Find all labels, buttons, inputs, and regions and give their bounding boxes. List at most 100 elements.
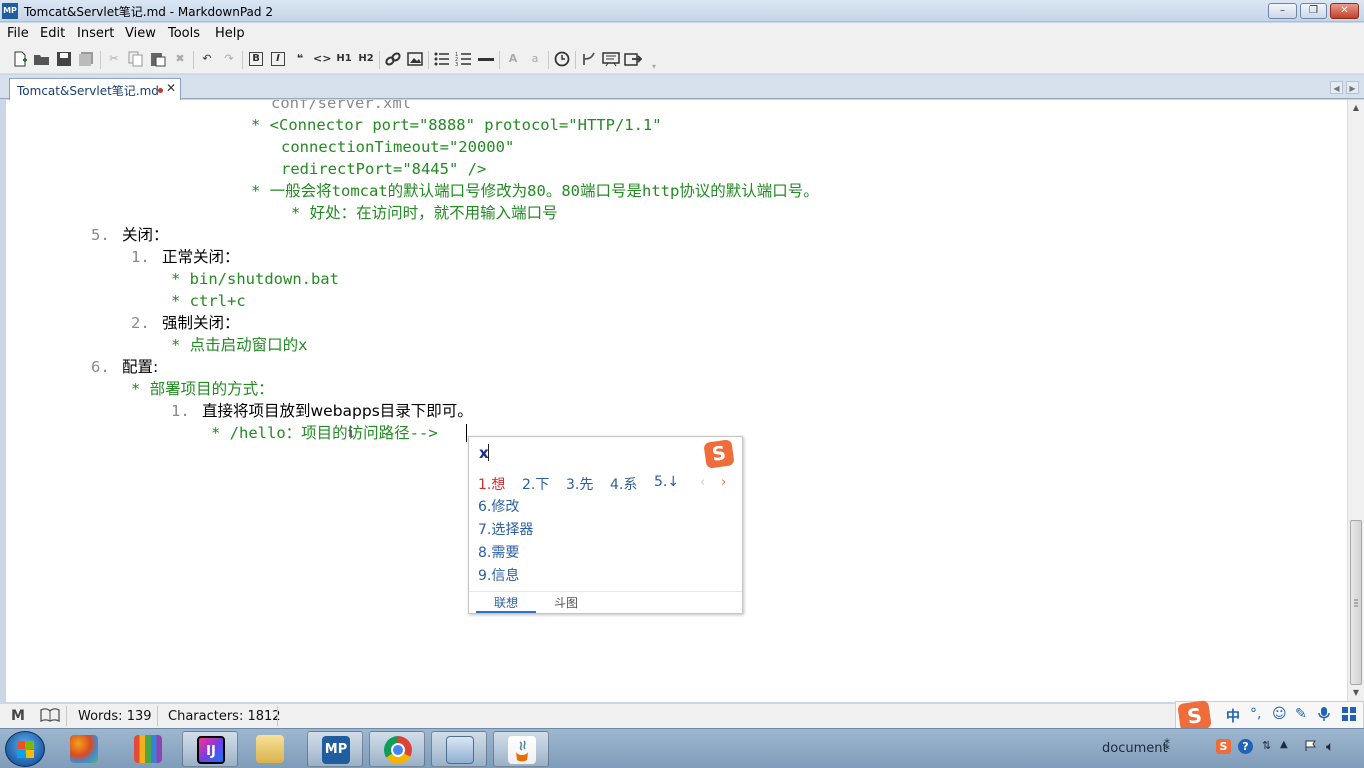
scroll-down-icon[interactable]: ▼ bbox=[1348, 685, 1364, 701]
horizontal-rule-icon[interactable] bbox=[477, 50, 495, 68]
code-icon[interactable]: <> bbox=[313, 50, 331, 68]
toolbox-icon[interactable] bbox=[1341, 706, 1357, 726]
new-file-icon[interactable] bbox=[11, 50, 29, 68]
ime-toolbar: S 中 °, ☺ ✎ bbox=[1175, 699, 1364, 733]
taskbar-java[interactable] bbox=[493, 731, 549, 767]
preview-icon[interactable] bbox=[602, 50, 620, 68]
menu-bar: File Edit Insert View Tools Help bbox=[0, 23, 1364, 44]
scroll-tabs-right-icon[interactable]: ▶ bbox=[1346, 81, 1359, 94]
ibeam-cursor-icon: I bbox=[348, 425, 353, 441]
ime-mode-toggle[interactable]: 中 bbox=[1226, 706, 1240, 726]
close-icon: ✕ bbox=[1340, 5, 1349, 16]
menu-edit[interactable]: Edit bbox=[40, 26, 65, 41]
undo-icon[interactable]: ↶ bbox=[198, 50, 216, 68]
h2-icon[interactable]: H2 bbox=[356, 50, 376, 68]
lowercase-icon[interactable]: a bbox=[526, 50, 544, 68]
git-icon[interactable] bbox=[580, 50, 598, 68]
toolbar-label[interactable]: document bbox=[1102, 741, 1168, 756]
h1-icon[interactable]: H1 bbox=[334, 50, 354, 68]
paste-icon[interactable] bbox=[149, 50, 167, 68]
save-icon[interactable] bbox=[55, 50, 73, 68]
document-tab[interactable]: Tomcat&Servlet笔记.md ✕ bbox=[9, 78, 181, 100]
ime-candidate-7[interactable]: 7.选择器 bbox=[478, 519, 533, 539]
taskbar-office[interactable] bbox=[56, 731, 112, 767]
folder-icon bbox=[256, 735, 284, 763]
redo-icon[interactable]: ↷ bbox=[220, 50, 238, 68]
cut-icon[interactable]: ✂ bbox=[105, 50, 123, 68]
menu-insert[interactable]: Insert bbox=[77, 26, 114, 41]
markdownpad-app-icon[interactable]: MP bbox=[2, 3, 18, 19]
bullet-list-icon[interactable] bbox=[433, 50, 451, 68]
ime-candidate-3[interactable]: 3.先 bbox=[566, 474, 593, 494]
show-hidden-icons-icon[interactable]: ▲ bbox=[1280, 739, 1288, 750]
ime-candidate-2[interactable]: 2.下 bbox=[522, 474, 549, 494]
toolbar-overflow-icon[interactable]: ▾ bbox=[645, 58, 663, 76]
ime-candidate-4[interactable]: 4.系 bbox=[610, 474, 637, 494]
menu-tools[interactable]: Tools bbox=[168, 26, 200, 41]
ime-next-page-icon[interactable]: › bbox=[721, 475, 726, 490]
chrome-icon bbox=[384, 736, 412, 764]
scroll-up-icon[interactable]: ▲ bbox=[1348, 100, 1364, 116]
taskbar-remote-desktop[interactable] bbox=[431, 731, 487, 767]
save-all-icon[interactable] bbox=[77, 50, 95, 68]
ime-tab-association[interactable]: 联想 bbox=[494, 594, 518, 611]
taskbar-chrome[interactable] bbox=[369, 731, 425, 767]
sogou-tray-icon[interactable]: S bbox=[1216, 739, 1231, 754]
ime-candidate-9[interactable]: 9.信息 bbox=[478, 565, 519, 585]
ime-tab-stickers[interactable]: 斗图 bbox=[554, 594, 578, 611]
ime-candidate-8[interactable]: 8.需要 bbox=[478, 542, 519, 562]
bold-icon[interactable]: B bbox=[249, 52, 263, 66]
quote-icon[interactable]: ❝ bbox=[291, 50, 309, 68]
export-icon[interactable] bbox=[624, 50, 643, 68]
minimize-button[interactable]: – bbox=[1268, 3, 1297, 19]
image-icon[interactable] bbox=[406, 50, 424, 68]
open-folder-icon[interactable] bbox=[33, 50, 51, 68]
ime-prev-page-icon[interactable]: ‹ bbox=[700, 475, 705, 490]
timestamp-icon[interactable] bbox=[553, 50, 571, 68]
scroll-tabs-left-icon[interactable]: ◀ bbox=[1330, 81, 1343, 94]
toolbar-separator bbox=[575, 51, 576, 69]
volume-icon[interactable]: 🔈︎ bbox=[1326, 739, 1334, 755]
ime-candidate-6[interactable]: 6.修改 bbox=[478, 496, 519, 516]
java-icon bbox=[508, 736, 536, 764]
character-count: Characters: 1812 bbox=[168, 709, 281, 724]
skin-icon[interactable]: ✎ bbox=[1295, 706, 1307, 722]
vertical-scrollbar[interactable]: ▲ ▼ bbox=[1347, 100, 1364, 702]
numbered-list-icon[interactable]: 123 bbox=[455, 50, 473, 68]
ime-candidate-5[interactable]: 5.↓ bbox=[654, 474, 679, 490]
book-icon[interactable] bbox=[40, 708, 60, 726]
italic-icon[interactable]: I bbox=[271, 52, 285, 66]
taskbar-markdownpad[interactable]: MP bbox=[307, 731, 363, 767]
emoji-icon[interactable]: ☺ bbox=[1272, 706, 1287, 722]
ime-divider bbox=[469, 591, 742, 592]
close-window-button[interactable]: ✕ bbox=[1330, 3, 1359, 19]
editor-line: 强制关闭： bbox=[162, 314, 240, 332]
status-separator bbox=[66, 706, 67, 726]
tab-close-icon[interactable]: ✕ bbox=[166, 81, 176, 95]
punctuation-toggle[interactable]: °, bbox=[1250, 706, 1261, 722]
delete-icon[interactable]: ✖ bbox=[171, 50, 189, 68]
copy-icon[interactable] bbox=[127, 50, 145, 68]
help-tray-icon[interactable]: ? bbox=[1238, 739, 1253, 754]
uppercase-icon[interactable]: A bbox=[504, 50, 522, 68]
taskbar-pencils[interactable] bbox=[120, 731, 176, 767]
editor-line: conf/server.xml bbox=[271, 100, 411, 112]
menu-file[interactable]: File bbox=[7, 26, 29, 41]
start-button[interactable] bbox=[5, 731, 45, 767]
sogou-logo-icon[interactable]: S bbox=[703, 439, 735, 469]
ime-candidate-1[interactable]: 1.想 bbox=[478, 474, 505, 494]
maximize-button[interactable]: ❐ bbox=[1300, 3, 1327, 19]
editor-line: 关闭： bbox=[122, 226, 169, 244]
editor-line: * 部署项目的方式： bbox=[131, 380, 274, 398]
taskbar-intellij[interactable]: IJ bbox=[182, 731, 238, 767]
microphone-icon[interactable] bbox=[1318, 706, 1330, 726]
taskbar-explorer[interactable] bbox=[242, 731, 298, 767]
menu-help[interactable]: Help bbox=[215, 26, 245, 41]
scrollbar-thumb[interactable] bbox=[1350, 520, 1362, 685]
menu-view[interactable]: View bbox=[125, 26, 156, 41]
tray-chevron-icon[interactable]: ⁑ bbox=[1164, 739, 1170, 753]
markdown-icon[interactable]: M bbox=[11, 708, 25, 724]
network-tray-icon[interactable]: ⇅ bbox=[1262, 739, 1271, 752]
link-icon[interactable] bbox=[384, 50, 402, 68]
notification-flag-icon[interactable] bbox=[1304, 739, 1318, 757]
